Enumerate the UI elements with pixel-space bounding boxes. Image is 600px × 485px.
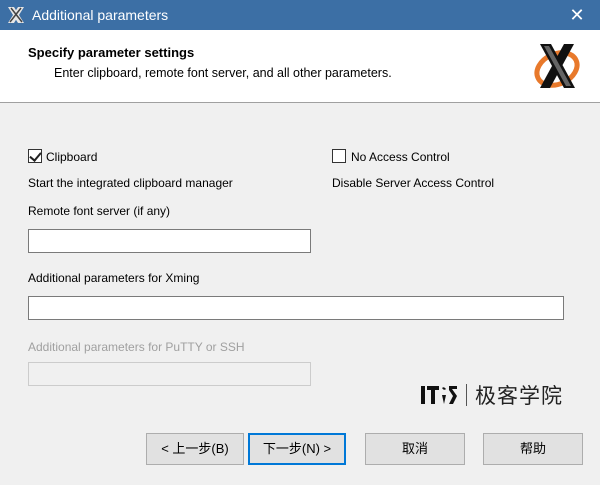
watermark-separator [466,384,467,406]
next-button[interactable]: 下一步(N) > [248,433,346,465]
font-server-label: Remote font server (if any) [28,204,171,218]
clipboard-description: Start the integrated clipboard manager [28,176,233,190]
close-icon: ✕ [569,5,585,25]
clipboard-checkbox[interactable] [28,149,42,163]
watermark: 极客学院 [420,378,563,412]
putty-params-box [28,362,311,386]
xming-params-box [28,296,564,320]
window-title: Additional parameters [32,7,169,23]
parameters-panel: Clipboard Start the integrated clipboard… [0,104,600,485]
cancel-button[interactable]: 取消 [365,433,465,465]
wizard-header: Specify parameter settings Enter clipboa… [0,30,600,103]
clipboard-label[interactable]: Clipboard [46,150,97,164]
xming-params-label: Additional parameters for Xming [28,271,200,285]
putty-params-label: Additional parameters for PuTTY or SSH [28,340,245,354]
xming-x-icon [8,7,24,23]
header-title: Specify parameter settings [28,45,195,60]
watermark-text: 极客学院 [475,385,563,408]
xming-params-input[interactable] [29,297,563,319]
help-button[interactable]: 帮助 [483,433,583,465]
back-button[interactable]: < 上一步(B) [146,433,244,465]
header-subtitle: Enter clipboard, remote font server, and… [54,66,392,80]
no-access-control-description: Disable Server Access Control [332,176,495,190]
no-access-control-label[interactable]: No Access Control [351,150,450,164]
putty-params-input [29,363,310,385]
font-server-input[interactable] [29,230,310,252]
title-bar: Additional parameters ✕ [0,0,600,30]
font-server-box [28,229,311,253]
no-access-control-checkbox[interactable] [332,149,346,163]
xming-logo-icon [534,44,580,88]
close-button[interactable]: ✕ [554,0,600,30]
watermark-logo-icon [421,386,457,404]
